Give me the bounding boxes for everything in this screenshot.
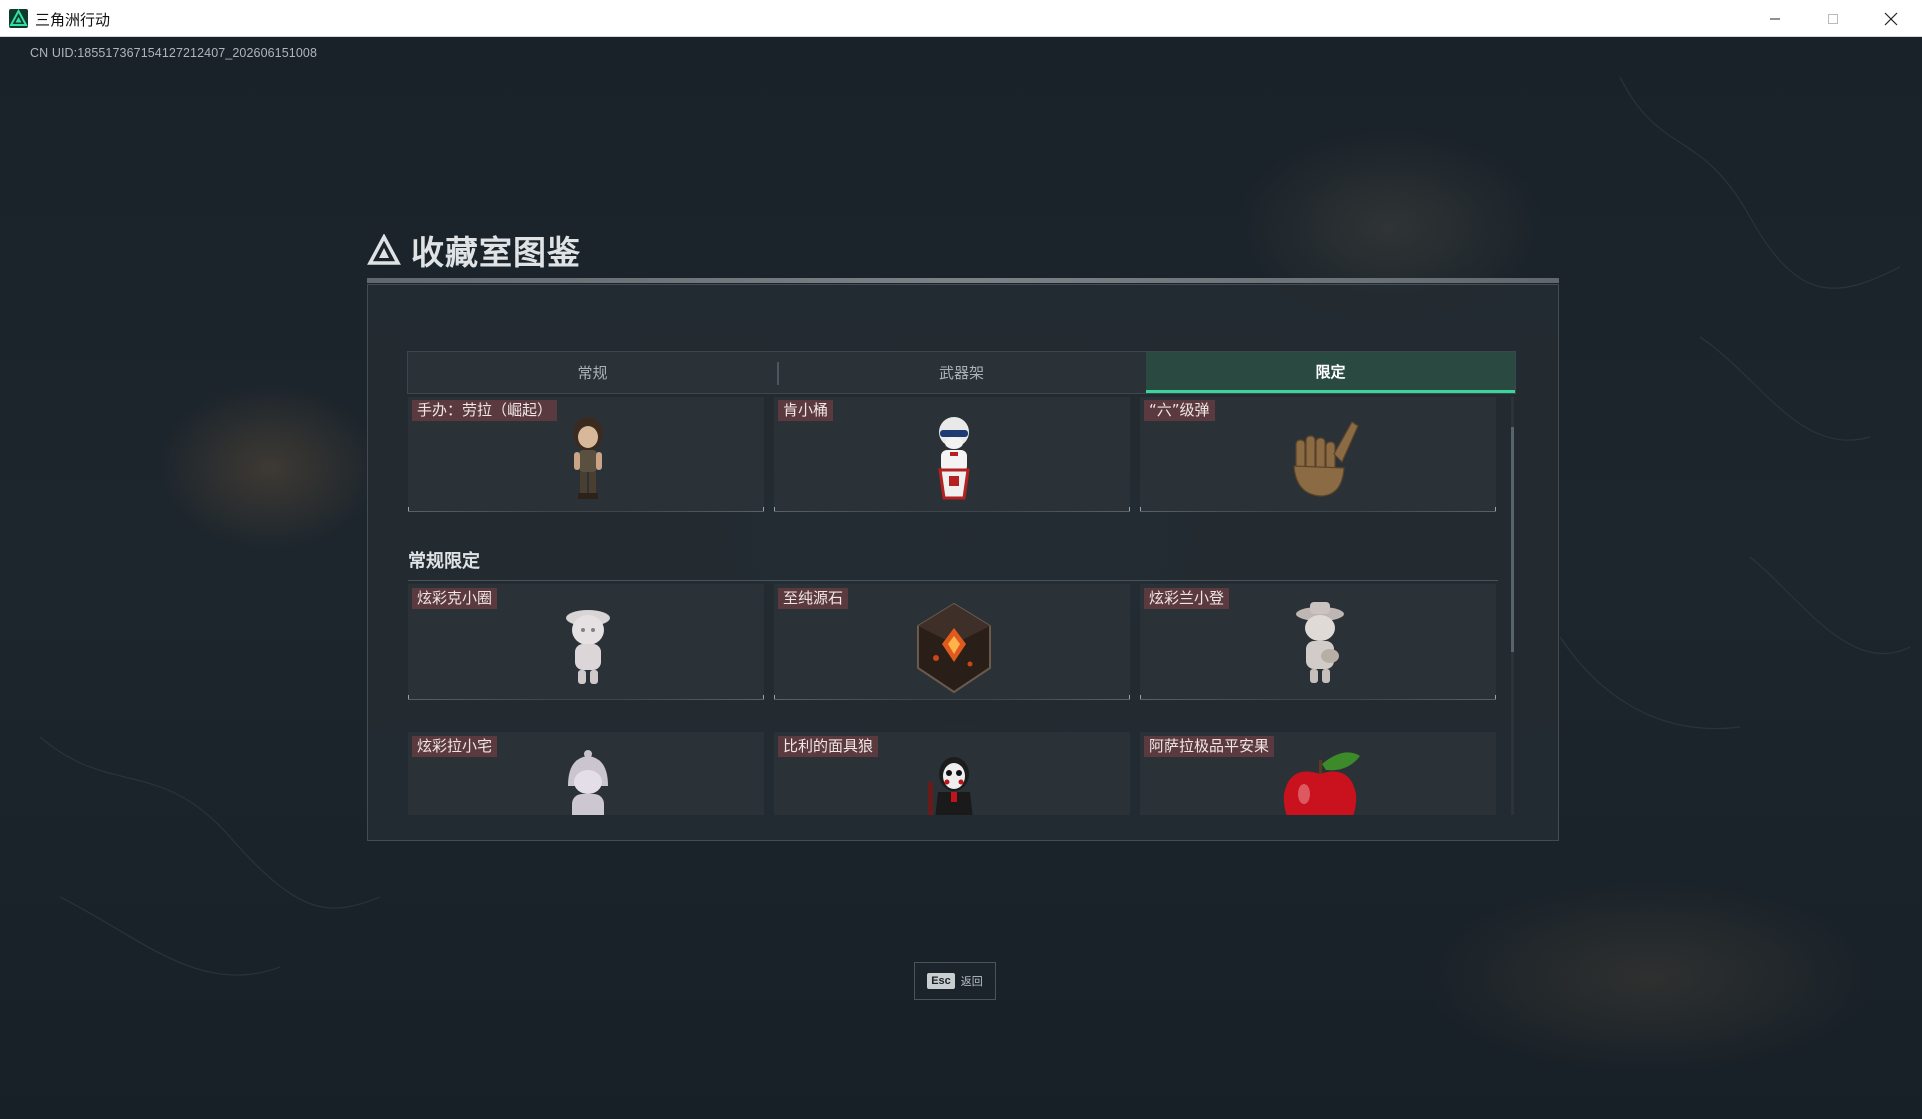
scrollbar-thumb[interactable] <box>1511 427 1514 652</box>
item-row: 手办：劳拉（崛起） 肯小桶 “六”级弹 <box>408 397 1508 512</box>
puppet-icon <box>928 757 973 815</box>
item-name: 比利的面具狼 <box>778 736 879 757</box>
gem-icon <box>917 602 991 694</box>
colonel-figure-icon <box>938 417 970 500</box>
figure-with-hat-icon <box>1296 602 1344 683</box>
lara-figure-icon <box>573 417 603 499</box>
item-card[interactable]: 阿萨拉极品平安果 <box>1140 732 1496 815</box>
item-name: “六”级弹 <box>1144 400 1215 421</box>
tab-weapon-rack[interactable]: 武器架 <box>777 352 1146 393</box>
item-card[interactable]: 肯小桶 <box>774 397 1130 512</box>
esc-key-icon: Esc <box>927 973 955 989</box>
tab-bar: 常规 武器架 限定 <box>407 351 1516 394</box>
white-figure-icon <box>566 610 610 684</box>
page-title: 收藏室图鉴 <box>411 233 581 272</box>
bronze-hand-icon <box>1293 421 1359 497</box>
item-name: 阿萨拉极品平安果 <box>1144 736 1275 757</box>
item-name: 至纯源石 <box>778 588 849 609</box>
app-logo-icon <box>9 8 28 28</box>
tab-regular[interactable]: 常规 <box>408 352 777 393</box>
back-label: 返回 <box>960 975 983 988</box>
maximize-icon <box>1828 13 1838 24</box>
scrollbar[interactable] <box>1511 397 1514 815</box>
minimize-icon <box>1770 18 1780 19</box>
tab-limited[interactable]: 限定 <box>1146 352 1515 393</box>
apple-icon <box>1283 752 1360 815</box>
item-card[interactable]: 比利的面具狼 <box>774 732 1130 815</box>
game-canvas: CN UID:185517367154127212407_20260615100… <box>0 37 1922 1119</box>
window-titlebar: 三角洲行动 <box>0 0 1922 37</box>
item-row: 炫彩克小圈 至纯源石 炫彩兰小登 <box>408 584 1508 700</box>
section-title: 常规限定 <box>408 551 480 572</box>
close-button[interactable] <box>1862 0 1920 37</box>
section-divider <box>408 580 1498 581</box>
item-name: 肯小桶 <box>778 400 834 421</box>
item-card[interactable]: 至纯源石 <box>774 584 1130 700</box>
panel-header: 收藏室图鉴 <box>367 225 581 275</box>
window-title: 三角洲行动 <box>35 11 111 29</box>
minimize-button[interactable] <box>1746 0 1804 37</box>
item-name: 炫彩拉小宅 <box>412 736 498 757</box>
uid-label: CN UID:185517367154127212407_20260615100… <box>30 46 317 60</box>
delta-logo-icon <box>367 234 401 265</box>
collection-panel: 常规 武器架 限定 手办：劳拉（崛起） 肯小桶 “六”级弹 常规限定 炫彩克小圈… <box>367 284 1559 841</box>
item-list[interactable]: 手办：劳拉（崛起） 肯小桶 “六”级弹 常规限定 炫彩克小圈 至纯源石 炫彩兰小… <box>408 397 1508 815</box>
back-button[interactable]: Esc 返回 <box>914 962 996 1000</box>
item-card[interactable]: 手办：劳拉（崛起） <box>408 397 764 512</box>
header-divider <box>367 278 1559 283</box>
item-name: 手办：劳拉（崛起） <box>412 400 558 421</box>
item-card[interactable]: 炫彩拉小宅 <box>408 732 764 815</box>
item-card[interactable]: 炫彩克小圈 <box>408 584 764 700</box>
hooded-figure-icon <box>568 750 608 815</box>
item-name: 炫彩兰小登 <box>1144 588 1230 609</box>
maximize-button[interactable] <box>1804 0 1862 37</box>
item-card[interactable]: 炫彩兰小登 <box>1140 584 1496 700</box>
item-name: 炫彩克小圈 <box>412 588 498 609</box>
close-icon <box>1884 12 1898 25</box>
item-row: 炫彩拉小宅 比利的面具狼 阿萨拉极品平安果 <box>408 732 1508 815</box>
item-card[interactable]: “六”级弹 <box>1140 397 1496 512</box>
